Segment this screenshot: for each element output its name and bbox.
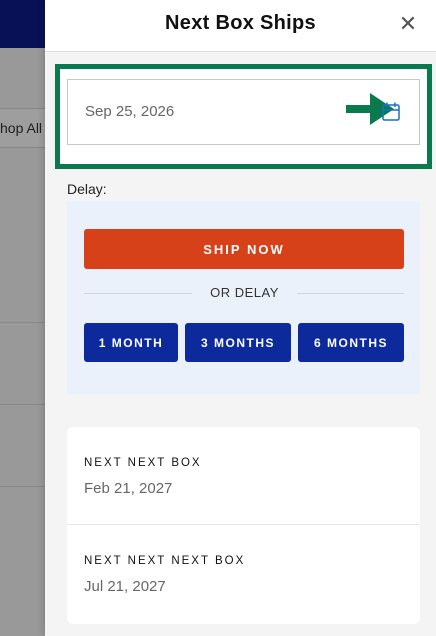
upcoming-boxes-card: NEXT NEXT BOX Feb 21, 2027 NEXT NEXT NEX… — [67, 427, 420, 624]
ship-now-button[interactable]: SHIP NOW — [84, 229, 404, 269]
delay-6-months-button[interactable]: 6 MONTHS — [298, 323, 404, 362]
next-box-drawer: Next Box Ships ✕ Sep 25, 2026 Delay: SHI… — [45, 0, 436, 636]
divider — [297, 293, 404, 294]
ship-date-value: Sep 25, 2026 — [85, 103, 175, 120]
list-item: NEXT NEXT NEXT BOX Jul 21, 2027 — [67, 525, 420, 624]
ship-date-field[interactable]: Sep 25, 2026 — [67, 79, 420, 145]
list-item: NEXT NEXT BOX Feb 21, 2027 — [67, 427, 420, 525]
upcoming-box-label: NEXT NEXT NEXT BOX — [84, 555, 246, 567]
delay-1-month-button[interactable]: 1 MONTH — [84, 323, 178, 362]
close-icon[interactable]: ✕ — [396, 12, 420, 36]
drawer-header: Next Box Ships ✕ — [45, 0, 436, 52]
upcoming-box-date: Jul 21, 2027 — [84, 578, 166, 595]
upcoming-box-date: Feb 21, 2027 — [84, 480, 173, 497]
divider — [84, 293, 192, 294]
upcoming-box-label: NEXT NEXT BOX — [84, 457, 202, 469]
or-delay-label: OR DELAY — [210, 285, 279, 300]
delay-panel: SHIP NOW OR DELAY 1 MONTH 3 MONTHS 6 MON… — [67, 201, 420, 394]
calendar-icon[interactable] — [382, 102, 400, 121]
delay-label: Delay: — [67, 181, 107, 197]
drawer-title: Next Box Ships — [165, 12, 316, 34]
delay-3-months-button[interactable]: 3 MONTHS — [185, 323, 291, 362]
